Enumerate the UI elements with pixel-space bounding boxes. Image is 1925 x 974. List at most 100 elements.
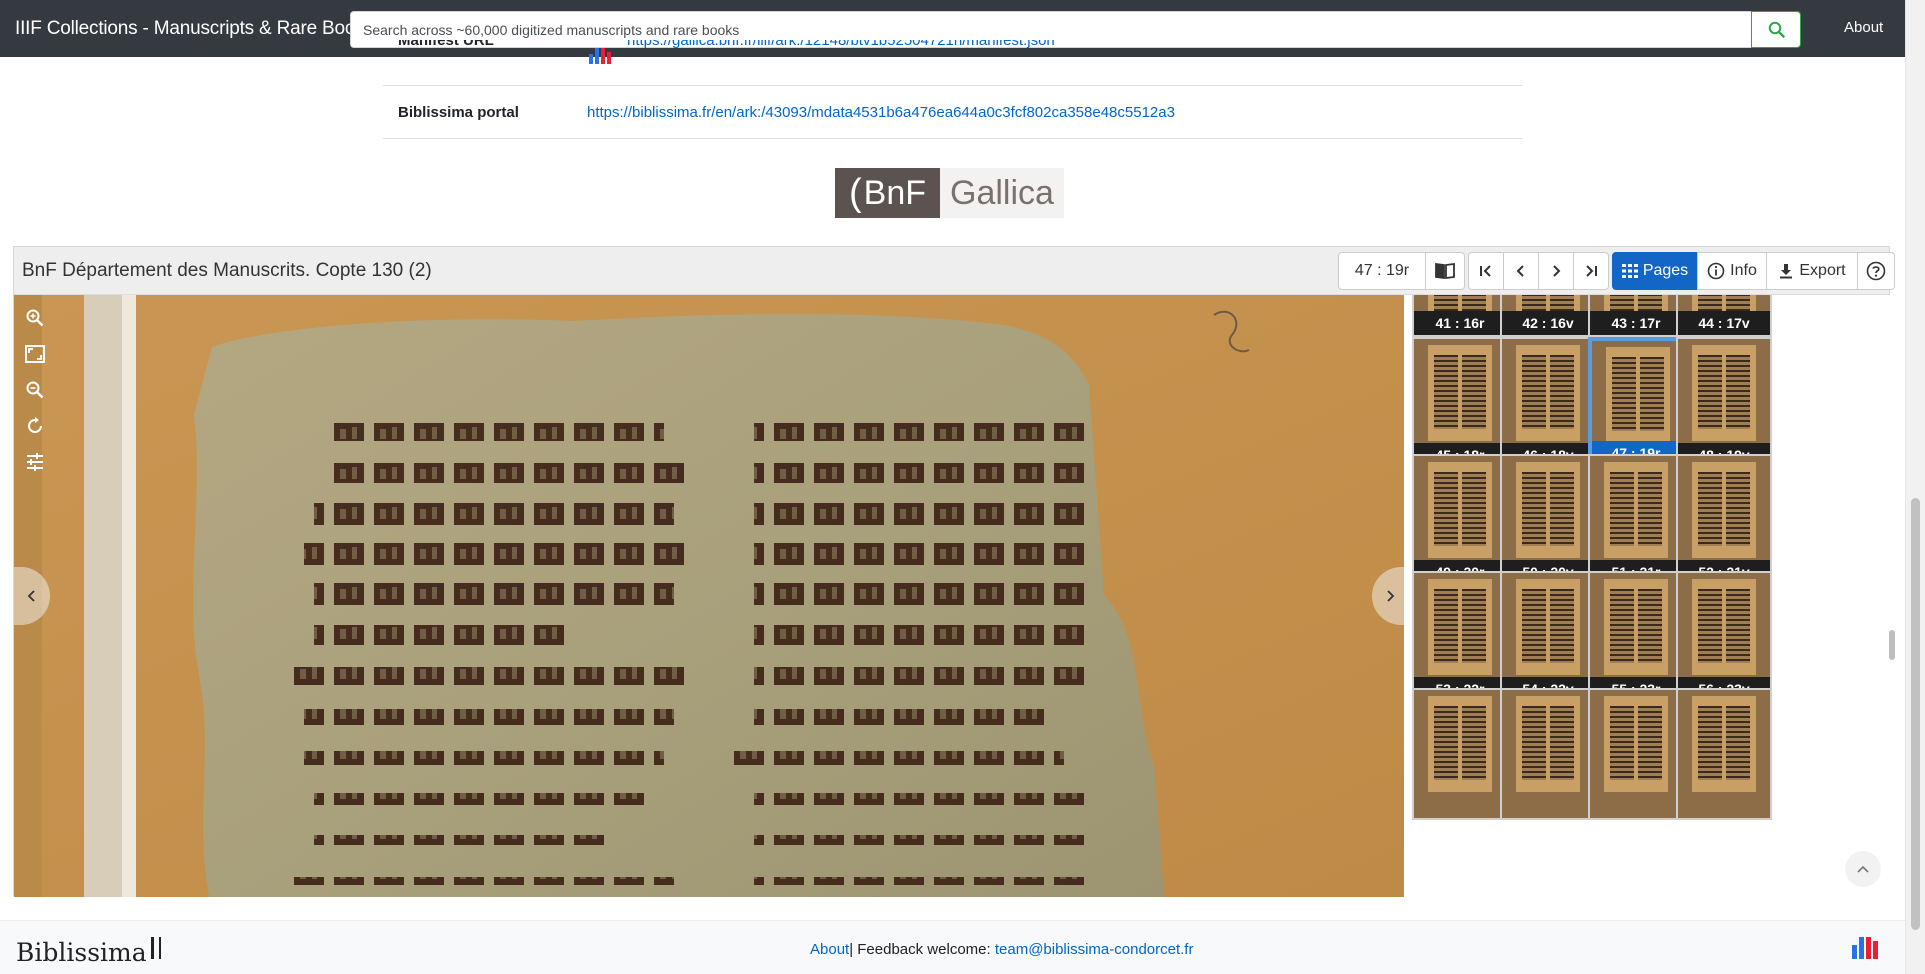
footer-email-link[interactable]: team@biblissima-condorcet.fr [995,941,1194,958]
thumbnail-image [1604,696,1668,792]
page-thumbnail[interactable]: 54 : 22v [1500,571,1596,703]
page-thumbnail[interactable]: 43 : 17r [1588,295,1684,337]
iiif-logo-icon [589,44,613,64]
page-thumbnail[interactable]: 46 : 18v [1500,337,1596,469]
back-to-top-button[interactable] [1845,851,1881,887]
page-thumbnail[interactable]: 41 : 16r [1412,295,1508,337]
chevron-up-icon [1857,865,1869,873]
page-thumbnail[interactable]: 51 : 21r [1588,454,1684,586]
manifest-link[interactable]: https://gallica.bnf.fr/iiif/ark:/12148/b… [627,40,1055,49]
image-adjust-button[interactable] [24,451,46,473]
thumbnail-image [1692,462,1756,558]
first-page-button[interactable] [1468,252,1504,290]
page-nav-group [1468,252,1609,290]
thumbnail-image [1516,462,1580,558]
last-page-button[interactable] [1573,252,1609,290]
chevron-left-icon [1516,265,1524,277]
thumbnail-image [1428,345,1492,441]
page-scroll-thumb[interactable] [1911,498,1920,930]
page-thumbnail[interactable] [1676,688,1772,820]
page-scrollbar[interactable] [1905,0,1925,974]
help-icon [1866,261,1886,281]
thumbnail-image [1604,579,1668,675]
metadata-label: Biblissima portal [398,104,519,121]
footer-links: About| Feedback welcome: team@biblissima… [810,941,1193,958]
thumbnail-image [1428,696,1492,792]
fit-to-window-button[interactable] [24,343,46,365]
biblissima-portal-link[interactable]: https://biblissima.fr/en/ark:/43093/mdat… [587,104,1175,121]
chevron-right-icon [1387,590,1395,602]
viewer-title: BnF Département des Manuscrits. Copte 13… [22,260,432,281]
site-brand[interactable]: IIIF Collections - Manuscripts & Rare Bo… [15,18,374,40]
sliders-icon [27,453,43,471]
thumbnail-image [1428,579,1492,675]
gallica-logo[interactable]: (BnF Gallica [835,168,1064,218]
thumbnail-image [1516,345,1580,441]
first-page-icon [1480,265,1491,277]
tab-info[interactable]: Info [1697,252,1767,290]
previous-page-button[interactable] [1503,252,1539,290]
tab-export[interactable]: Export [1766,252,1858,290]
zoom-in-icon [26,309,44,327]
tab-info-label: Info [1730,262,1757,279]
thumbnail-image [1606,347,1670,443]
page-indicator[interactable]: 47 : 19r [1338,252,1426,290]
chevron-left-icon [27,590,35,602]
manuscript-page-image [14,295,1404,897]
rotate-icon [28,417,42,433]
footer-feedback-text: | Feedback welcome: [849,941,995,958]
book-view-button[interactable] [1425,252,1465,290]
biblissima-logo[interactable]: Biblissima [16,937,161,967]
thumbnail-image [1692,579,1756,675]
info-icon [1707,262,1725,280]
view-tabs-group: Pages Info Export [1612,252,1895,290]
page-thumbnail[interactable]: 55 : 23r [1588,571,1684,703]
metadata-label: Manifest URL [398,40,494,49]
iiif-logo-icon[interactable] [1852,937,1878,959]
help-button[interactable] [1857,252,1895,290]
mirador-viewer: BnF Département des Manuscrits. Copte 13… [13,246,1895,897]
page-thumbnail[interactable]: 52 : 21v [1676,454,1772,586]
thumbnail-image [1692,345,1756,441]
tab-export-label: Export [1799,262,1846,279]
download-icon [1780,264,1793,279]
page-thumbnail[interactable]: 47 : 19r [1588,337,1684,469]
viewer-header: BnF Département des Manuscrits. Copte 13… [14,247,1895,295]
page-thumbnail[interactable]: 53 : 22r [1412,571,1508,703]
metadata-row-biblissima: Biblissima portal https://biblissima.fr/… [383,86,1523,139]
viewer-toolbar: 47 : 19r Pages Info Export [1338,252,1895,290]
page-thumbnail[interactable]: 44 : 17v [1676,295,1772,337]
footer-about-link[interactable]: About [810,941,849,958]
thumbnail-scrollbar[interactable] [1889,630,1895,660]
page-thumbnail[interactable]: 49 : 20r [1412,454,1508,586]
thumbnail-label: 41 : 16r [1414,311,1506,335]
page-thumbnail[interactable] [1500,688,1596,820]
tab-pages-label: Pages [1642,262,1689,279]
metadata-row-manifest: Manifest URL https://gallica.bnf.fr/iiif… [383,40,1523,86]
search-button[interactable] [1751,11,1801,48]
page-thumbnail[interactable]: 42 : 16v [1500,295,1596,337]
book-icon [1435,262,1455,280]
page-thumbnail[interactable] [1412,688,1508,820]
thumbnail-label: 42 : 16v [1502,311,1594,335]
tab-pages[interactable]: Pages [1612,252,1698,290]
thumbnail-image [1428,462,1492,558]
metadata-table: Manifest URL https://gallica.bnf.fr/iiif… [383,40,1523,139]
thumbnail-image [1604,462,1668,558]
thumbnail-label: 43 : 17r [1590,311,1682,335]
page-thumbnail[interactable]: 50 : 20v [1500,454,1596,586]
last-page-icon [1586,265,1597,277]
nav-about-link[interactable]: About [1844,19,1883,36]
page-thumbnail[interactable] [1588,688,1684,820]
page-thumbnail[interactable]: 45 : 18r [1412,337,1508,469]
zoom-in-button[interactable] [24,307,46,329]
thumbnail-image [1692,696,1756,792]
page-thumbnail[interactable]: 56 : 23v [1676,571,1772,703]
rotate-button[interactable] [24,415,46,437]
next-page-button[interactable] [1538,252,1574,290]
chevron-right-icon [1553,265,1561,277]
thumbnail-panel: 41 : 16r42 : 16v43 : 17r44 : 17v 45 : 18r… [1404,295,1891,897]
page-thumbnail[interactable]: 48 : 19v [1676,337,1772,469]
manuscript-image-canvas[interactable] [14,295,1404,897]
zoom-out-button[interactable] [24,379,46,401]
